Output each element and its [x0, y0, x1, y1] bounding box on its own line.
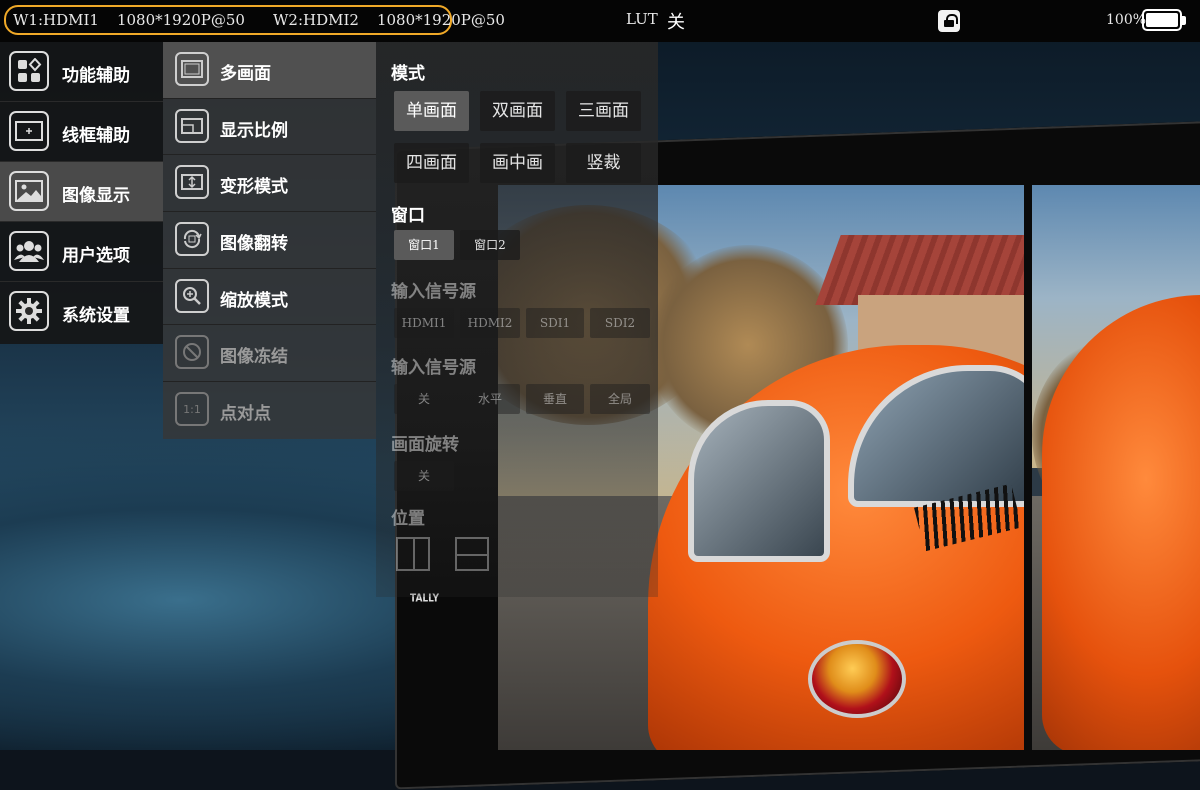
mode-single-button[interactable]: 单画面: [394, 91, 469, 131]
flip-vertical-button[interactable]: 垂直: [526, 384, 584, 414]
anamorphic-icon: [175, 165, 209, 200]
main-menu-label: 线框辅助: [62, 126, 130, 146]
input-source-2-section-title: 输入信号源: [391, 358, 476, 378]
options-panel: 模式 单画面 双画面 三画面 四画面 画中画 竖裁 窗口 窗口1 窗口2 输入信…: [376, 42, 658, 597]
main-menu-item-function-assist[interactable]: 功能辅助: [0, 42, 163, 102]
window2-format: 1080*1920P@50: [376, 11, 505, 29]
image-display-icon: [9, 171, 49, 211]
gear-icon: [9, 291, 49, 331]
main-menu-label: 用户选项: [62, 246, 130, 266]
sub-menu-item-anamorphic[interactable]: 变形模式: [163, 155, 376, 213]
preview-window-2: [1032, 185, 1200, 750]
position-side-by-side-icon[interactable]: [396, 537, 430, 571]
mode-quad-button[interactable]: 四画面: [394, 143, 469, 183]
frame-line-icon: [9, 111, 49, 151]
flip-horizontal-button[interactable]: 水平: [460, 384, 520, 414]
unlock-icon[interactable]: [938, 10, 960, 32]
status-bar: W1:HDMI1 1080*1920P@50 W2:HDMI2 1080*1920P@…: [0, 0, 1200, 42]
position-top-bottom-icon[interactable]: [455, 537, 489, 571]
sub-menu-label: 显示比例: [220, 120, 288, 141]
sub-menu-label: 多画面: [220, 64, 271, 84]
sub-menu-item-zoom-mode[interactable]: 缩放模式: [163, 269, 376, 326]
rotation-off-button[interactable]: 关: [394, 461, 454, 491]
mode-vertical-crop-button[interactable]: 竖裁: [566, 143, 641, 183]
mode-pip-button[interactable]: 画中画: [480, 143, 555, 183]
signal-info: W1:HDMI1 1080*1920P@50 W2:HDMI2 1080*1920P@…: [4, 5, 505, 35]
lut-value[interactable]: 关: [667, 8, 685, 34]
window-section-title: 窗口: [391, 206, 425, 226]
freeze-icon: [175, 335, 209, 370]
sub-menu-label: 缩放模式: [220, 290, 288, 311]
sub-menu-label: 图像翻转: [220, 234, 288, 255]
sub-menu-label: 变形模式: [220, 177, 288, 198]
window2-source: W2:HDMI2: [272, 11, 359, 29]
input-source-section-title: 输入信号源: [391, 282, 476, 302]
main-menu-item-user-options[interactable]: 用户选项: [0, 222, 163, 282]
window-2-button[interactable]: 窗口2: [460, 230, 520, 260]
battery-fill: [1146, 13, 1178, 27]
window-1-button[interactable]: 窗口1: [394, 230, 454, 260]
sub-menu-item-multi-screen[interactable]: 多画面: [163, 42, 376, 99]
rotate-icon: [175, 222, 209, 257]
users-icon: [9, 231, 49, 271]
sub-menu-item-aspect-ratio[interactable]: 显示比例: [163, 99, 376, 156]
multi-screen-icon: [175, 52, 209, 86]
sub-menu-item-image-flip[interactable]: 图像翻转: [163, 212, 376, 269]
lut-label: LUT: [626, 10, 658, 28]
aspect-ratio-icon: [175, 108, 209, 143]
main-menu-label: 图像显示: [62, 186, 130, 206]
source-sdi2-button[interactable]: SDI2: [590, 308, 650, 338]
battery-percent: 100%: [1106, 12, 1147, 28]
mode-dual-button[interactable]: 双画面: [480, 91, 555, 131]
window1-format: 1080*1920P@50: [116, 11, 245, 29]
sub-menu-label: 点对点: [220, 404, 271, 425]
sub-menu-item-image-freeze[interactable]: 图像冻结: [163, 325, 376, 383]
battery-icon: [1142, 9, 1186, 31]
main-menu-item-image-display[interactable]: 图像显示: [0, 162, 163, 222]
source-hdmi2-button[interactable]: HDMI2: [460, 308, 520, 338]
sub-menu-label: 图像冻结: [220, 347, 288, 368]
main-menu-label: 系统设置: [62, 306, 130, 326]
main-menu-item-frame-line[interactable]: 线框辅助: [0, 102, 163, 162]
source-sdi1-button[interactable]: SDI1: [526, 308, 584, 338]
function-assist-icon: [9, 51, 49, 91]
flip-off-button[interactable]: 关: [394, 384, 454, 414]
rotation-section-title: 画面旋转: [391, 435, 459, 455]
main-menu-label: 功能辅助: [62, 66, 130, 86]
position-section-title: 位置: [391, 509, 425, 529]
mode-triple-button[interactable]: 三画面: [566, 91, 641, 131]
main-menu: 功能辅助 线框辅助 图像显示 用户选项 系统设置: [0, 42, 163, 344]
sub-menu: 多画面 显示比例 变形模式 图像翻转 缩放模式 图像冻结 1:1 点对点: [163, 42, 376, 439]
main-menu-item-system-settings[interactable]: 系统设置: [0, 282, 163, 342]
window1-source: W1:HDMI1: [13, 11, 99, 29]
pixel-to-pixel-icon: 1:1: [175, 392, 209, 427]
zoom-icon: [175, 278, 209, 313]
flip-global-button[interactable]: 全局: [590, 384, 650, 414]
source-hdmi1-button[interactable]: HDMI1: [394, 308, 454, 338]
sub-menu-item-pixel-to-pixel[interactable]: 1:1 点对点: [163, 382, 376, 439]
split-divider: [1024, 185, 1032, 750]
mode-section-title: 模式: [391, 64, 425, 84]
